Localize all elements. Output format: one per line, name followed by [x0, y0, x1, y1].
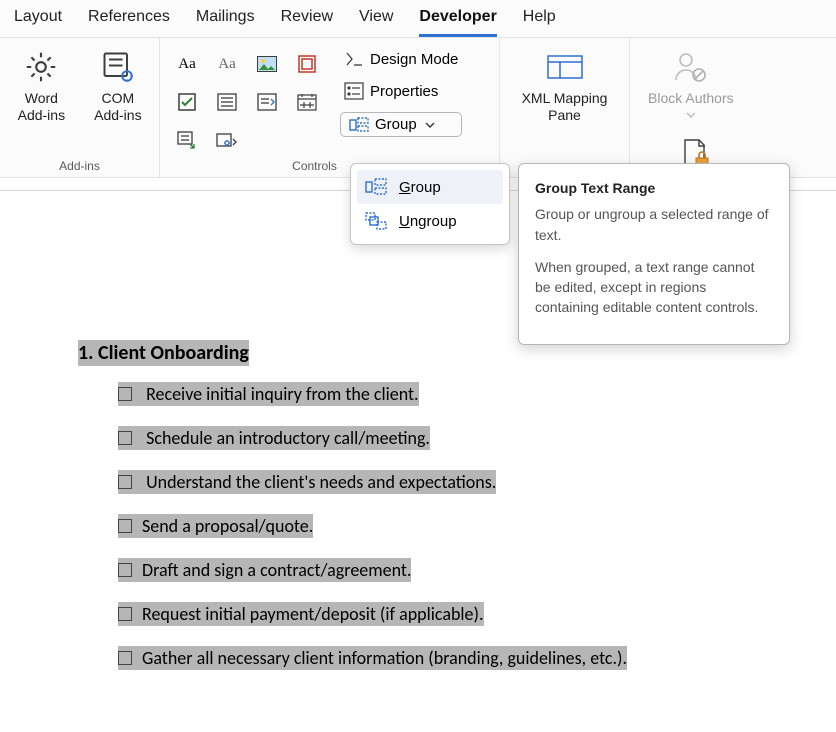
chevron-down-icon: [686, 111, 696, 119]
ribbon-group-protect: Block Authors Restrict Editing: [630, 38, 760, 177]
checkbox-icon: [118, 475, 132, 489]
tab-help[interactable]: Help: [523, 8, 556, 37]
com-addins-button[interactable]: COM Add-ins: [87, 48, 149, 124]
xml-mapping-label: XML Mapping Pane: [518, 90, 611, 124]
ribbon-group-mapping: XML Mapping Pane: [500, 38, 630, 177]
date-picker-control-button[interactable]: [293, 89, 321, 115]
ungroup-icon: [365, 212, 387, 230]
dropdown-ungroup[interactable]: UUngroupngroup: [357, 204, 503, 238]
dropdown-ungroup-label: UUngroupngroup: [399, 213, 457, 230]
ribbon-tabs: Layout References Mailings Review View D…: [0, 0, 836, 38]
group-icon: [365, 178, 387, 196]
list-item: Request initial payment/deposit (if appl…: [142, 603, 484, 625]
checkbox-icon: [118, 563, 132, 577]
xml-mapping-button[interactable]: XML Mapping Pane: [518, 48, 611, 124]
list-item: Gather all necessary client information …: [142, 647, 627, 669]
rich-text-control-button[interactable]: Aa: [173, 51, 201, 77]
properties-label: Properties: [370, 83, 438, 100]
document-content[interactable]: 1. Client Onboarding Receive initial inq…: [0, 341, 836, 669]
group-label: Group: [375, 116, 417, 133]
list-item: Draft and sign a contract/agreement.: [142, 559, 411, 581]
authors-icon: [672, 48, 710, 86]
gear-icon: [22, 48, 60, 86]
plain-text-control-button[interactable]: Aa: [213, 51, 241, 77]
com-addins-label: COM Add-ins: [87, 90, 149, 124]
dropdown-group-label: GGrouproup: [399, 179, 441, 196]
group-tooltip: Group Text Range Group or ungroup a sele…: [518, 163, 790, 345]
list-item: Receive initial inquiry from the client.: [146, 383, 419, 405]
combobox-control-button[interactable]: [213, 89, 241, 115]
ribbon-group-controls: Aa Aa: [160, 38, 500, 177]
tab-references[interactable]: References: [88, 8, 170, 37]
group-icon: [349, 117, 369, 133]
checkbox-icon: [118, 387, 132, 401]
checkbox-icon: [118, 431, 132, 445]
tab-developer[interactable]: Developer: [419, 8, 496, 37]
design-mode-button[interactable]: Design Mode: [340, 48, 462, 70]
block-authors-button: Block Authors: [648, 48, 734, 119]
checkbox-icon: [118, 651, 132, 665]
tooltip-p2: When grouped, a text range cannot be edi…: [535, 257, 773, 318]
tab-layout[interactable]: Layout: [14, 8, 62, 37]
tab-review[interactable]: Review: [281, 8, 333, 37]
building-block-control-button[interactable]: [293, 51, 321, 77]
ribbon-group-addins: Word Add-ins COM Add-ins Add-ins: [0, 38, 160, 177]
word-addins-label: Word Add-ins: [10, 90, 73, 124]
tooltip-p1: Group or ungroup a selected range of tex…: [535, 204, 773, 245]
properties-icon: [344, 82, 364, 100]
word-addins-button[interactable]: Word Add-ins: [10, 48, 73, 124]
repeating-section-control-button[interactable]: [173, 127, 201, 153]
group-dropdown: GGrouproup UUngroupngroup: [350, 163, 510, 245]
group-button[interactable]: Group: [340, 112, 462, 137]
checkbox-icon: [118, 607, 132, 621]
chevron-down-icon: [425, 120, 435, 130]
tab-view[interactable]: View: [359, 8, 393, 37]
picture-control-button[interactable]: [253, 51, 281, 77]
dropdown-control-button[interactable]: [253, 89, 281, 115]
tab-mailings[interactable]: Mailings: [196, 8, 255, 37]
design-mode-icon: [344, 50, 364, 68]
block-authors-label: Block Authors: [648, 90, 734, 107]
properties-gear-icon: [99, 48, 137, 86]
ribbon: Word Add-ins COM Add-ins Add-ins Aa Aa: [0, 38, 836, 178]
xml-mapping-icon: [546, 48, 584, 86]
checkbox-control-button[interactable]: [173, 89, 201, 115]
dropdown-group[interactable]: GGrouproup: [357, 170, 503, 204]
properties-button[interactable]: Properties: [340, 80, 462, 102]
design-mode-label: Design Mode: [370, 51, 458, 68]
list-item: Schedule an introductory call/meeting.: [146, 427, 430, 449]
list-item: Send a proposal/quote.: [142, 515, 313, 537]
legacy-tools-button[interactable]: [213, 127, 241, 153]
list-item: Understand the client's needs and expect…: [146, 471, 496, 493]
doc-heading: 1. Client Onboarding: [78, 340, 249, 366]
checkbox-icon: [118, 519, 132, 533]
tooltip-title: Group Text Range: [535, 178, 773, 198]
